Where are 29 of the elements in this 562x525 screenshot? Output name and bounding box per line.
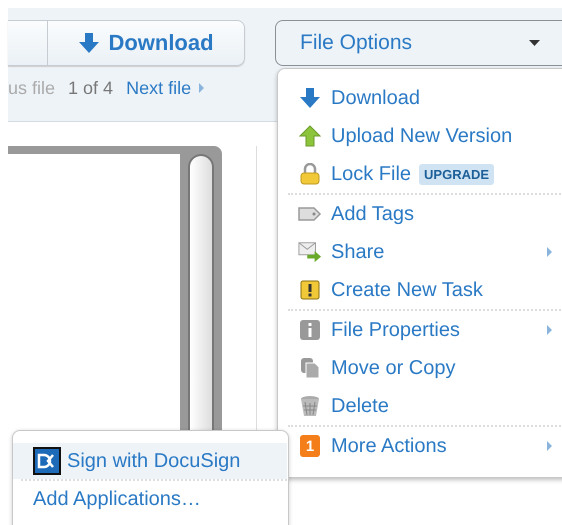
docusign-logo-icon [33, 447, 61, 475]
warning-note-icon [300, 280, 320, 300]
padlock-icon [300, 163, 320, 185]
tag-icon [298, 205, 322, 223]
download-icon [78, 32, 100, 54]
menu-item[interactable]: Delete [278, 387, 562, 425]
download-icon [299, 87, 321, 109]
info-icon [300, 320, 320, 340]
copy-pages-icon [300, 357, 320, 379]
menu-item[interactable]: Upload New Version [278, 117, 562, 155]
trash-icon [300, 395, 320, 417]
menu-item[interactable]: Sign with DocuSign [13, 443, 287, 479]
file-options-dropdown[interactable]: File Options [275, 20, 562, 66]
menu-item[interactable]: Add Tags [278, 195, 562, 233]
menu-item[interactable]: File Properties [278, 311, 562, 349]
upload-icon [299, 125, 321, 147]
menu-item[interactable]: Share [278, 233, 562, 271]
count-badge: 1 [300, 435, 320, 457]
caret-icon [529, 40, 540, 46]
next-file-link[interactable]: Next file [126, 78, 192, 98]
upgrade-badge: UPGRADE [419, 164, 494, 184]
menu-item[interactable]: Lock File UPGRADE [278, 155, 562, 193]
menu-item[interactable]: Download [278, 79, 562, 117]
menu-item[interactable]: Move or Copy [278, 349, 562, 387]
menu-item[interactable]: Add Applications… [21, 479, 287, 517]
caret-icon [199, 83, 204, 93]
menu-item[interactable]: Create New Task [278, 271, 562, 309]
envelope-arrow-icon [298, 241, 322, 263]
file-position: 1 of 4 [68, 78, 114, 98]
